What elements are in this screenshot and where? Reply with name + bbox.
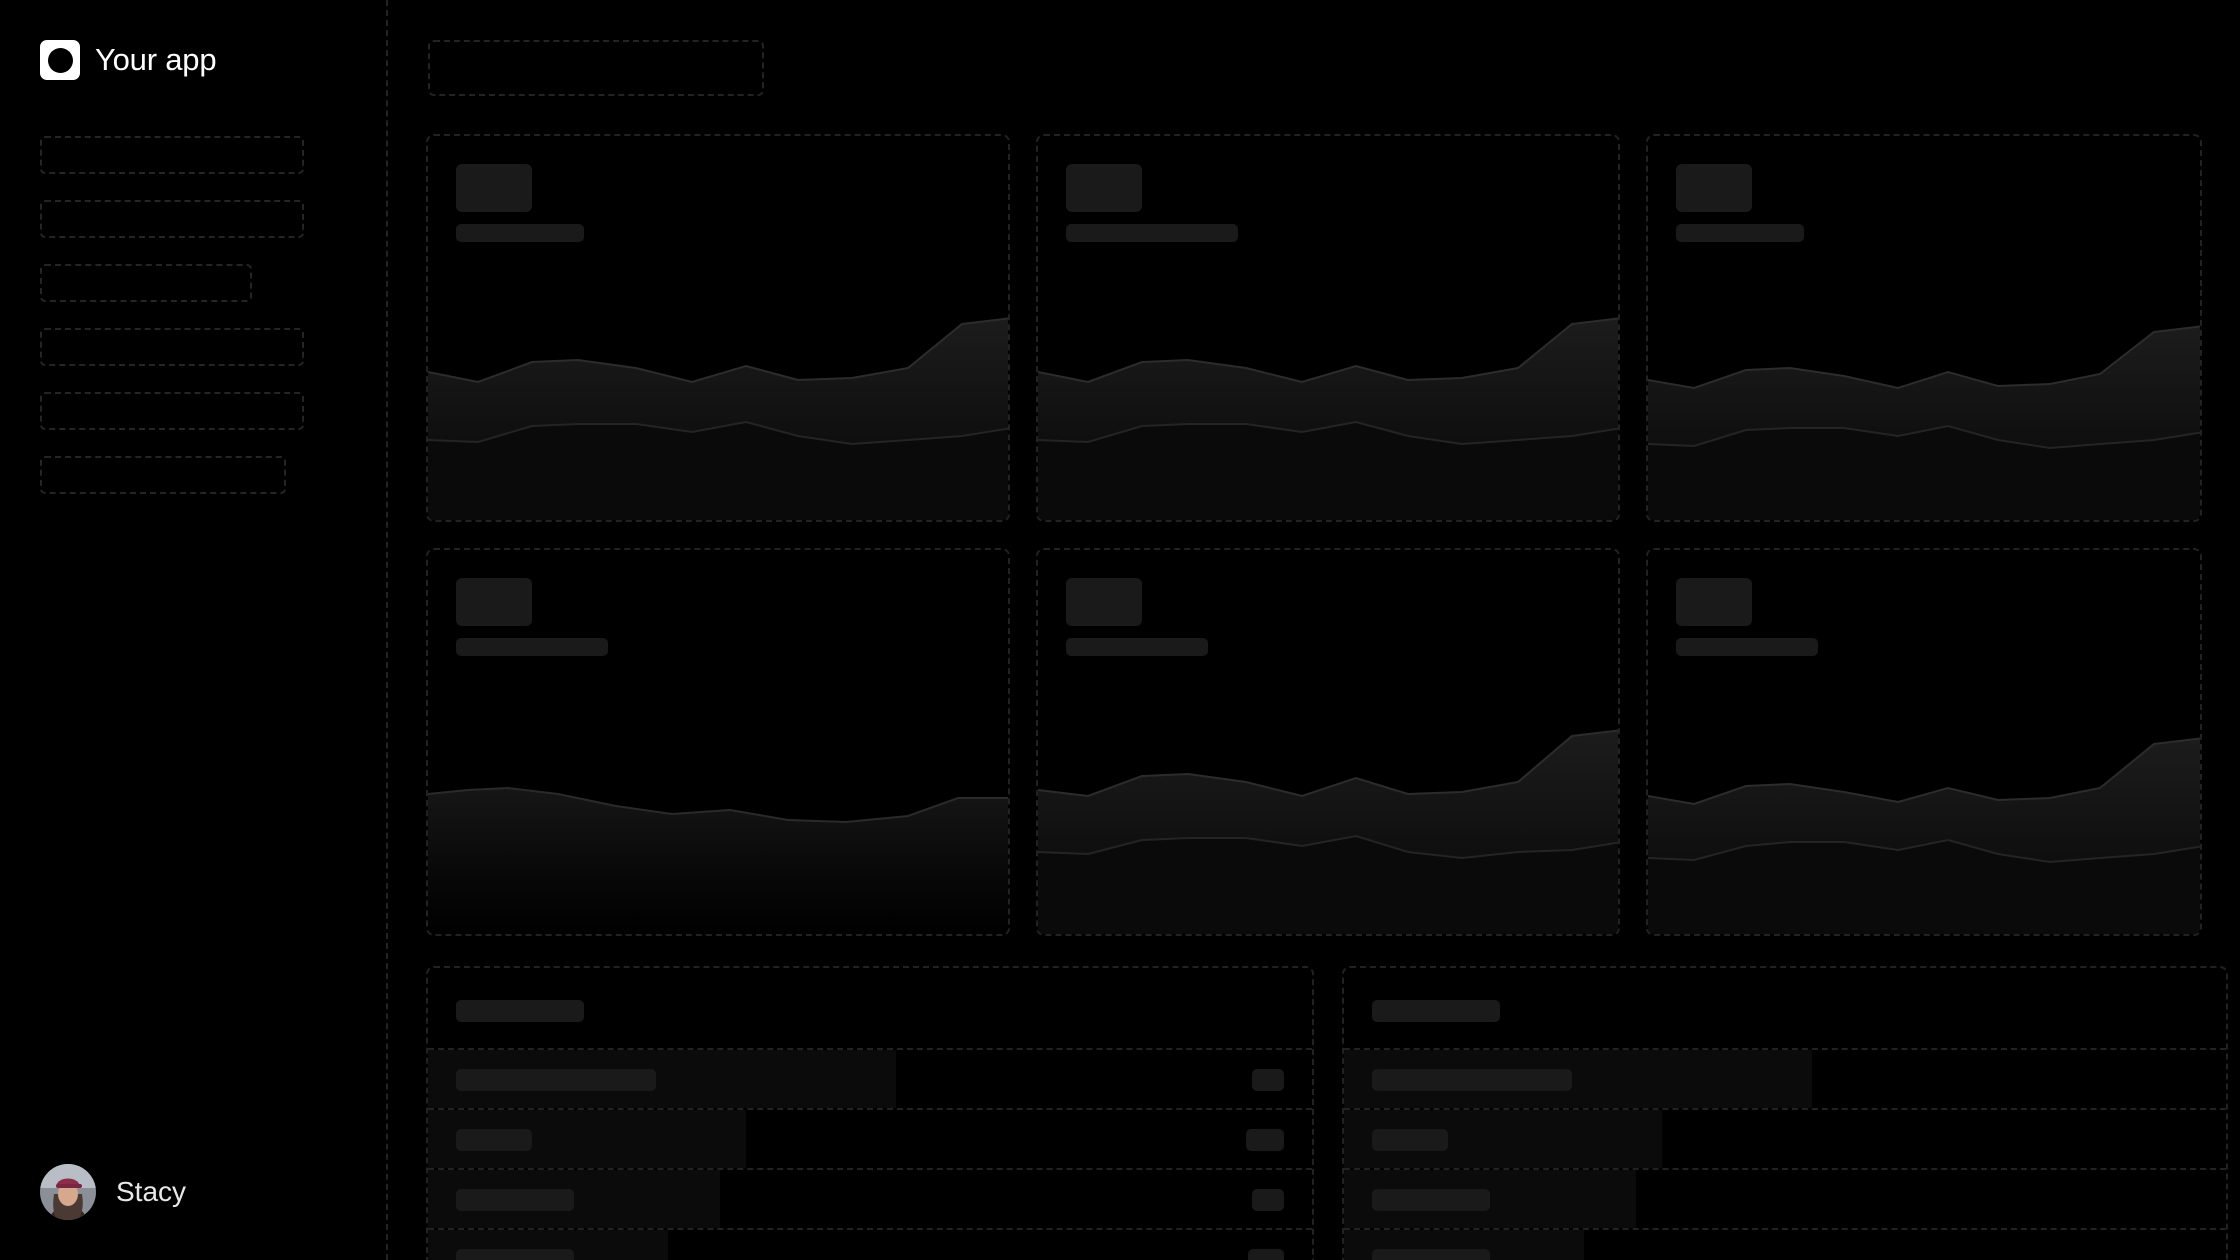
sidebar-item-5[interactable] [40,392,304,430]
table-row[interactable] [428,1110,1312,1170]
metric-card-1[interactable] [426,134,1010,522]
table-row[interactable] [1344,1230,2226,1260]
sparkline-chart [1038,317,1618,520]
sidebar-item-6[interactable] [40,456,286,494]
table-header [428,968,1312,1050]
sidebar-nav [40,136,304,520]
sparkline-chart [428,786,1008,934]
table-row[interactable] [428,1230,1312,1260]
data-table-2 [1342,966,2228,1260]
search-input[interactable] [428,40,764,96]
sparkline-chart [428,317,1008,520]
data-table-1 [426,966,1314,1260]
sparkline-chart [1648,737,2200,934]
metric-card-5[interactable] [1036,548,1620,936]
brand[interactable]: Your app [40,40,217,80]
app-logo-icon [40,40,80,80]
table-row[interactable] [428,1050,1312,1110]
metric-card-3[interactable] [1646,134,2202,522]
sidebar-item-4[interactable] [40,328,304,366]
metric-card-2[interactable] [1036,134,1620,522]
avatar [40,1164,96,1220]
user-profile[interactable]: Stacy [40,1164,186,1220]
sidebar-item-1[interactable] [40,136,304,174]
sidebar-item-2[interactable] [40,200,304,238]
sidebar-item-3[interactable] [40,264,252,302]
table-row[interactable] [428,1170,1312,1230]
user-name: Stacy [116,1176,187,1207]
app-root: Your app Stacy [0,0,2240,1260]
table-header [1344,968,2226,1050]
table-row[interactable] [1344,1170,2226,1230]
table-row[interactable] [1344,1110,2226,1170]
table-row[interactable] [1344,1050,2226,1110]
metric-card-6[interactable] [1646,548,2202,936]
sidebar: Your app Stacy [0,0,388,1260]
sparkline-chart [1038,729,1618,934]
sparkline-chart [1648,325,2200,520]
app-name: Your app [95,42,217,77]
metric-card-4[interactable] [426,548,1010,936]
